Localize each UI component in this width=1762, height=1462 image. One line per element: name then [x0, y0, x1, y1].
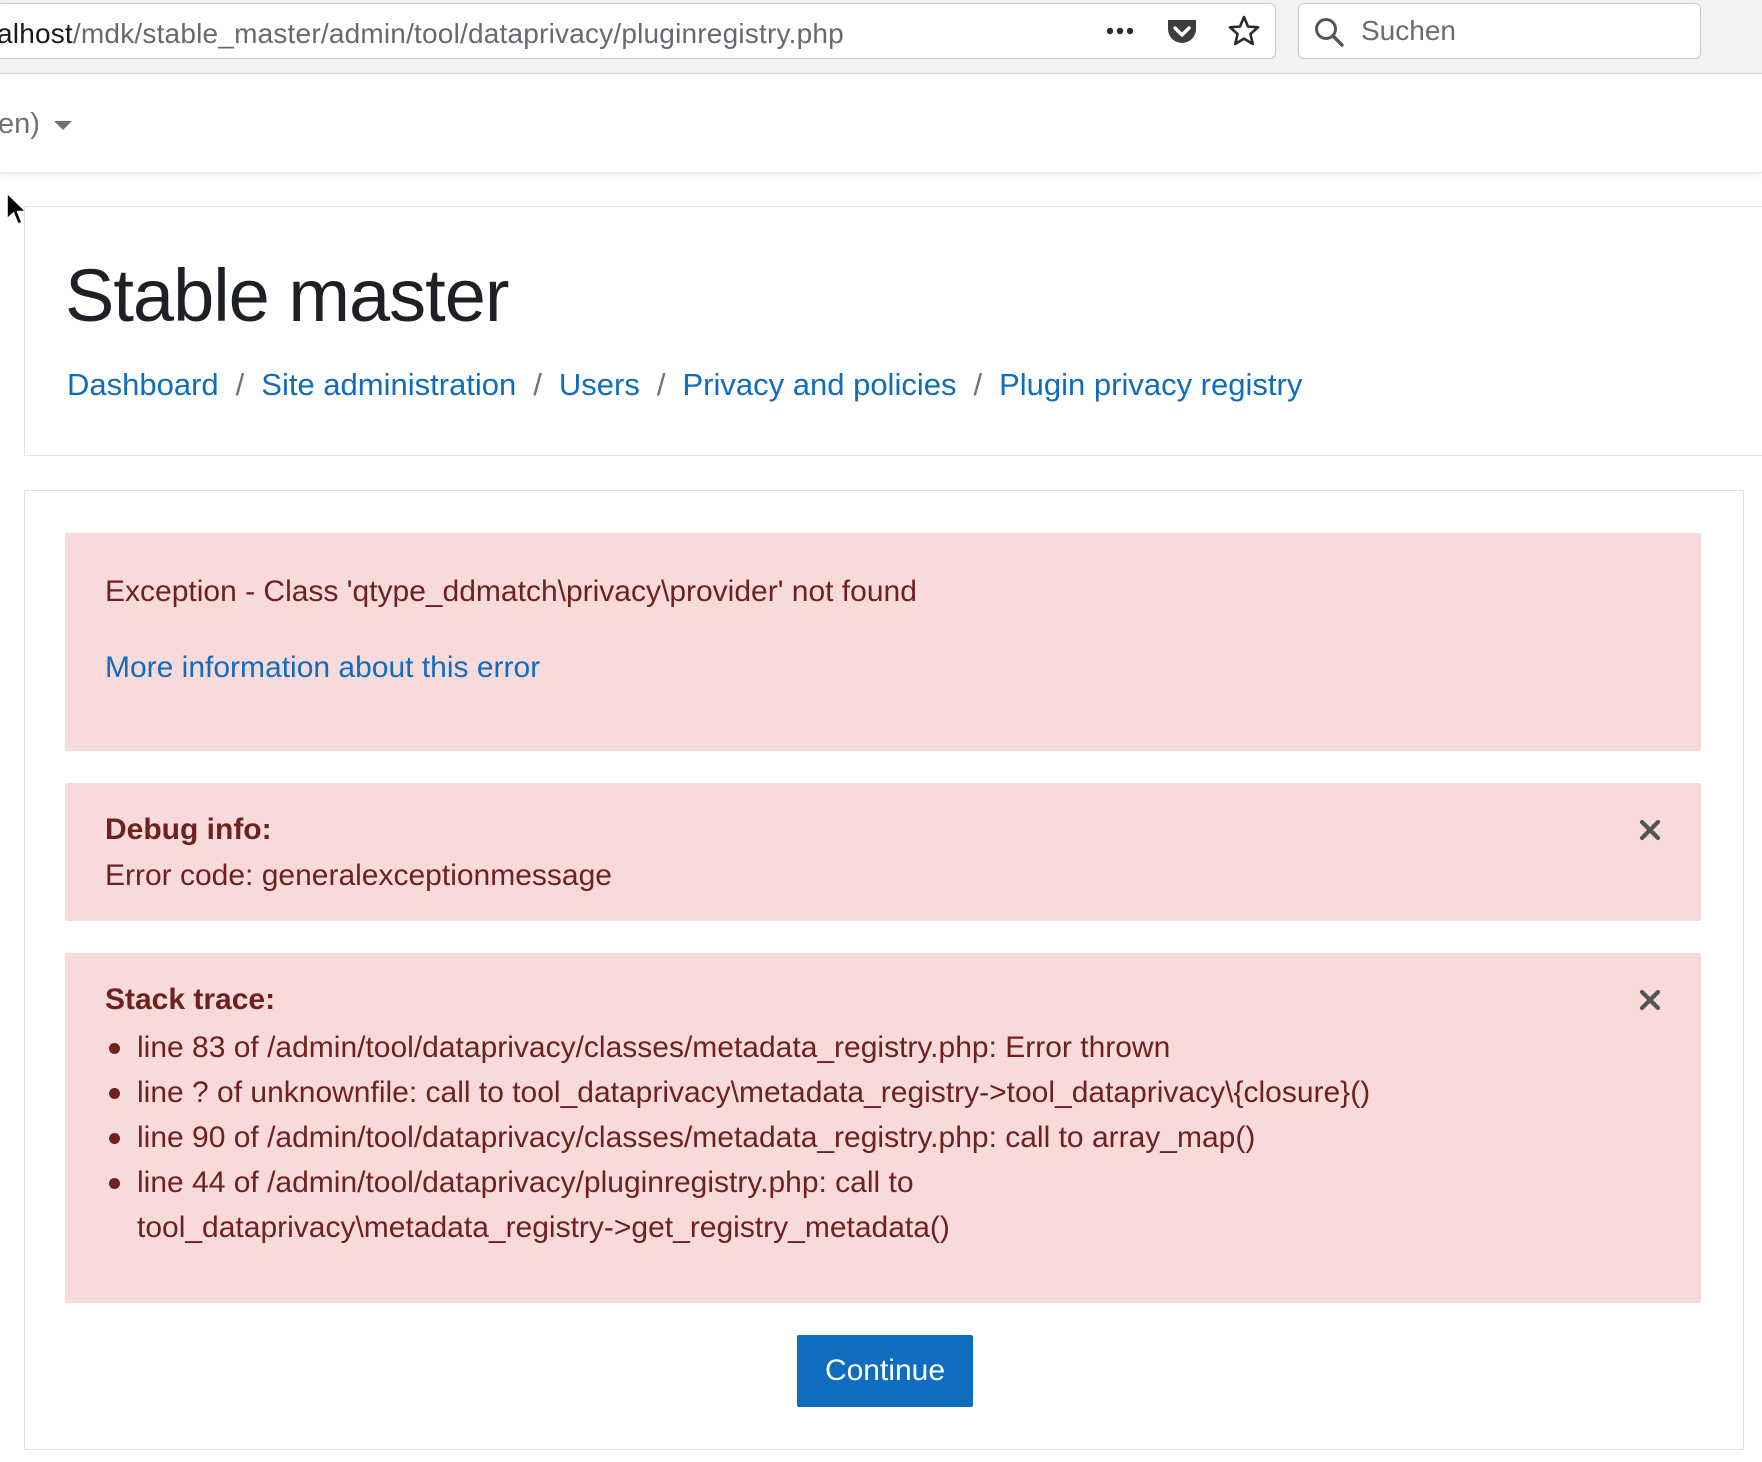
debug-info-heading: Debug info:: [105, 813, 272, 846]
stack-trace-line: line ? of unknownfile: call to tool_data…: [137, 1076, 1371, 1109]
more-icon[interactable]: [1103, 14, 1137, 48]
pocket-icon[interactable]: [1165, 14, 1199, 48]
language-menu[interactable]: en): [0, 108, 72, 141]
bookmark-star-icon[interactable]: [1227, 14, 1261, 48]
stack-trace-alert: Stack trace: line 83 of /admin/tool/data…: [65, 953, 1701, 1303]
page-header: Stable master Dashboard / Site administr…: [24, 206, 1762, 456]
url-text[interactable]: alhost/mdk/stable_master/admin/tool/data…: [0, 18, 844, 50]
breadcrumb-dashboard[interactable]: Dashboard: [67, 367, 219, 403]
search-icon: [1313, 16, 1345, 48]
browser-search-input[interactable]: [1361, 12, 1681, 50]
breadcrumb-separator: /: [533, 367, 542, 402]
breadcrumb-separator: /: [235, 367, 245, 402]
breadcrumb-plugin-privacy-registry[interactable]: Plugin privacy registry: [999, 367, 1302, 403]
breadcrumb-site-administration[interactable]: Site administration: [261, 367, 516, 403]
debug-info-alert: Debug info: Error code: generalexception…: [65, 783, 1701, 921]
url-host: alhost: [0, 18, 73, 49]
continue-button[interactable]: Continue: [797, 1335, 973, 1407]
address-bar-actions: [1103, 14, 1261, 48]
stack-trace-heading: Stack trace:: [105, 983, 276, 1016]
stack-trace-line: line 44 of /admin/tool/dataprivacy/plugi…: [137, 1166, 914, 1199]
main-content: Exception - Class 'qtype_ddmatch\privacy…: [24, 490, 1744, 1450]
breadcrumb-privacy-and-policies[interactable]: Privacy and policies: [683, 367, 957, 403]
stack-trace-item: line 90 of /admin/tool/dataprivacy/class…: [105, 1115, 1637, 1160]
stack-trace-line: line 90 of /admin/tool/dataprivacy/class…: [137, 1121, 1256, 1154]
stack-trace-item: line 83 of /admin/tool/dataprivacy/class…: [105, 1025, 1637, 1070]
stack-trace-line-continuation: tool_dataprivacy\metadata_registry->get_…: [137, 1211, 950, 1244]
address-bar[interactable]: alhost/mdk/stable_master/admin/tool/data…: [0, 3, 1276, 59]
close-icon[interactable]: [1637, 987, 1663, 1013]
breadcrumb: Dashboard / Site administration / Users …: [67, 367, 1302, 403]
error-code: Error code: generalexceptionmessage: [105, 859, 612, 892]
stack-trace-line: line 83 of /admin/tool/dataprivacy/class…: [137, 1031, 1171, 1064]
exception-alert: Exception - Class 'qtype_ddmatch\privacy…: [65, 533, 1701, 751]
browser-search-box[interactable]: [1298, 3, 1701, 59]
stack-trace-item: line 44 of /admin/tool/dataprivacy/plugi…: [105, 1160, 1637, 1250]
close-icon[interactable]: [1637, 817, 1663, 843]
breadcrumb-separator: /: [656, 367, 666, 402]
language-label: en): [0, 108, 40, 140]
browser-toolbar: alhost/mdk/stable_master/admin/tool/data…: [0, 0, 1762, 74]
breadcrumb-separator: /: [973, 367, 983, 402]
caret-down-icon: [53, 121, 72, 130]
more-information-link[interactable]: More information about this error: [105, 651, 540, 685]
exception-message: Exception - Class 'qtype_ddmatch\privacy…: [105, 575, 917, 608]
stack-trace-item: line ? of unknownfile: call to tool_data…: [105, 1070, 1637, 1115]
url-path: /mdk/stable_master/admin/tool/dataprivac…: [72, 18, 844, 49]
breadcrumb-users[interactable]: Users: [559, 367, 640, 403]
stack-trace-list: line 83 of /admin/tool/dataprivacy/class…: [105, 1025, 1637, 1250]
site-navbar: en): [0, 74, 1762, 173]
page-title: Stable master: [65, 254, 510, 337]
